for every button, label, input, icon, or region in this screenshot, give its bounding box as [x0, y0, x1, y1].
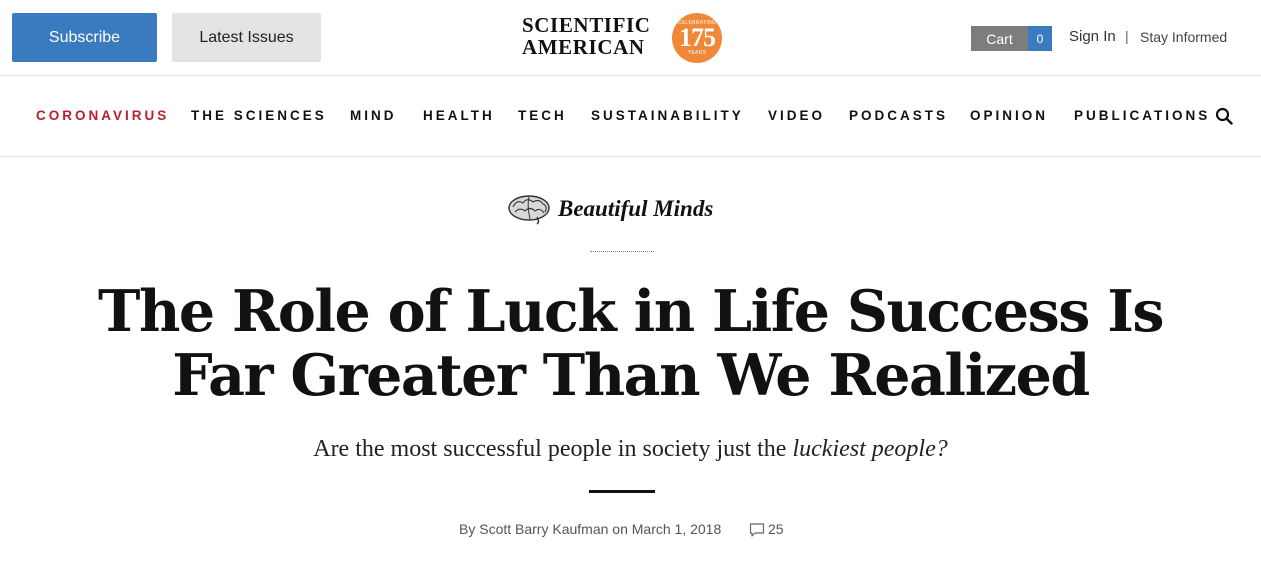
subscribe-button[interactable]: Subscribe — [12, 13, 157, 62]
article-byline: By Scott Barry Kaufman on March 1, 2018 — [459, 521, 722, 537]
header-separator: | — [1125, 28, 1129, 44]
headline-line-1: The Role of Luck in Life Success Is — [98, 278, 1164, 345]
nav-item-video[interactable]: VIDEO — [768, 108, 825, 123]
site-logo[interactable]: SCIENTIFIC AMERICAN CELEBRATING 175 YEAR… — [522, 12, 727, 64]
nav-item-podcasts[interactable]: PODCASTS — [849, 108, 948, 123]
article-dek: Are the most successful people in societ… — [60, 436, 1201, 463]
column-tag[interactable]: Beautiful Minds — [507, 192, 713, 226]
sign-in-link[interactable]: Sign In — [1069, 28, 1116, 45]
nav-item-publications[interactable]: PUBLICATIONS — [1074, 108, 1210, 123]
comment-count[interactable]: 25 — [768, 521, 784, 537]
anniversary-badge: CELEBRATING 175 YEARS — [672, 13, 722, 63]
dotted-divider — [590, 251, 654, 252]
nav-item-mind[interactable]: MIND — [350, 108, 397, 123]
nav-item-health[interactable]: HEALTH — [423, 108, 495, 123]
nav-item-opinion[interactable]: OPINION — [970, 108, 1048, 123]
column-name: Beautiful Minds — [558, 196, 714, 221]
latest-issues-button[interactable]: Latest Issues — [172, 13, 321, 62]
comment-icon[interactable] — [749, 522, 765, 538]
nav-item-coronavirus[interactable]: CORONAVIRUS — [36, 108, 169, 123]
dek-text: Are the most successful people in societ… — [313, 436, 787, 462]
main-nav: CORONAVIRUS THE SCIENCES MIND HEALTH TEC… — [0, 76, 1261, 157]
badge-bottom-text: YEARS — [687, 50, 707, 56]
stay-informed-link[interactable]: Stay Informed — [1140, 29, 1227, 45]
logo-line-2: AMERICAN — [522, 35, 645, 59]
nav-item-sustainability[interactable]: SUSTAINABILITY — [591, 108, 744, 123]
logo-line-1: SCIENTIFIC — [522, 13, 651, 37]
dek-italic-text: luckiest people? — [792, 436, 948, 462]
brain-icon — [508, 195, 550, 225]
headline-rule — [589, 490, 655, 493]
nav-item-tech[interactable]: TECH — [518, 108, 567, 123]
badge-number: 175 — [679, 23, 716, 52]
search-icon[interactable] — [1215, 107, 1233, 125]
article-headline: The Role of Luck in Life Success Is Far … — [60, 280, 1201, 408]
logo-wordmark: SCIENTIFIC AMERICAN — [522, 14, 651, 58]
cart-label: Cart — [971, 26, 1028, 51]
headline-line-2: Far Greater Than We Realized — [172, 342, 1090, 409]
top-bar: Subscribe Latest Issues SCIENTIFIC AMERI… — [0, 0, 1261, 76]
nav-item-the-sciences[interactable]: THE SCIENCES — [191, 108, 327, 123]
cart-button[interactable]: Cart 0 — [971, 26, 1052, 51]
cart-count-badge: 0 — [1028, 26, 1052, 51]
